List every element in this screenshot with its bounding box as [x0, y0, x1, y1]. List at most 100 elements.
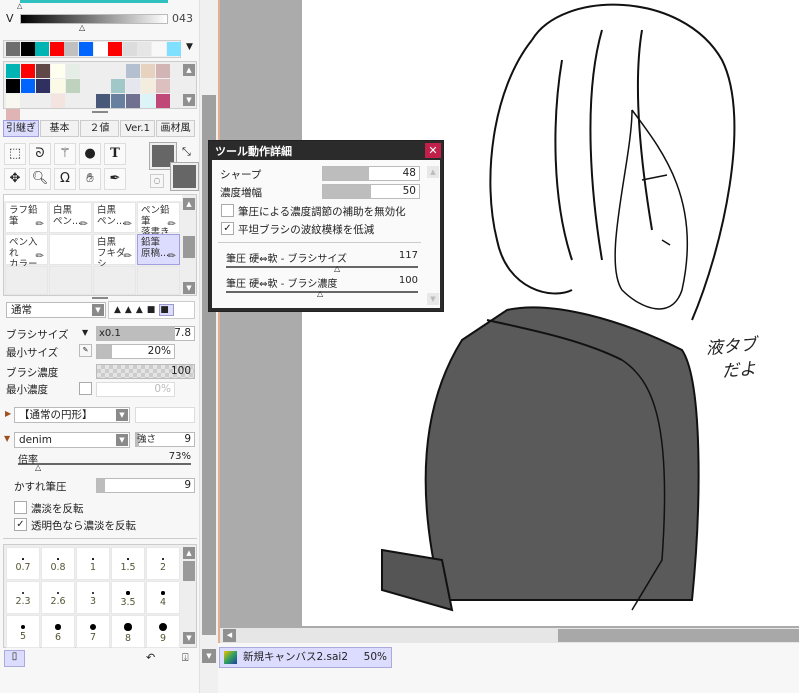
- canvas[interactable]: 液タブ だよ: [302, 0, 799, 626]
- splitter[interactable]: [92, 111, 108, 113]
- color-swatch[interactable]: [66, 94, 80, 108]
- scroll-thumb[interactable]: [183, 561, 195, 581]
- color-swatch[interactable]: [6, 94, 20, 108]
- color-swatch[interactable]: [36, 64, 50, 78]
- brush-preset[interactable]: 白黒 ペン... ✏: [93, 202, 136, 233]
- hue-bar[interactable]: [20, 0, 168, 3]
- recent-color-swatch[interactable]: [79, 42, 93, 56]
- disable-pressure-assist-checkbox[interactable]: [221, 204, 234, 217]
- color-swatch[interactable]: [66, 64, 80, 78]
- chevron-down-icon[interactable]: ▼: [186, 42, 193, 52]
- brush-preset[interactable]: 白黒 ペン... ✏: [49, 202, 92, 233]
- scroll-down-button[interactable]: ▼: [183, 282, 195, 294]
- color-swatch[interactable]: [81, 79, 95, 93]
- empty-brush-slot[interactable]: [49, 266, 92, 295]
- brush-shape-select[interactable]: 【通常の円形】 ▼: [14, 407, 130, 423]
- rotate-icon[interactable]: Ω: [54, 168, 76, 190]
- background-color[interactable]: [170, 162, 199, 191]
- value-slider-handle[interactable]: △: [79, 23, 85, 32]
- canvas-viewport[interactable]: 液タブ だよ ◀: [218, 0, 799, 643]
- panel-scrollbar[interactable]: ▼: [200, 0, 218, 693]
- size-preset[interactable]: 0.7: [6, 547, 40, 580]
- texture-strength-slider[interactable]: 強さ 9: [135, 432, 195, 447]
- size-preset[interactable]: 2: [146, 547, 180, 580]
- undo-icon[interactable]: ↶: [146, 651, 155, 664]
- size-preset[interactable]: 2.6: [41, 581, 75, 614]
- recent-color-swatch[interactable]: [49, 42, 64, 56]
- scroll-thumb[interactable]: [558, 629, 799, 642]
- pressure-icon[interactable]: ✎: [79, 344, 92, 357]
- rect-select-icon[interactable]: ⬚: [4, 143, 26, 165]
- recent-color-swatch[interactable]: [137, 42, 152, 56]
- color-swatch[interactable]: [156, 94, 170, 108]
- value-slider[interactable]: [20, 14, 168, 24]
- color-swatch[interactable]: [96, 94, 110, 108]
- recent-color-swatch[interactable]: [64, 42, 79, 56]
- size-preset[interactable]: 8: [111, 615, 145, 648]
- size-preset[interactable]: 3.5: [111, 581, 145, 614]
- color-swatch[interactable]: [96, 64, 110, 78]
- scroll-down-button[interactable]: ▼: [202, 649, 216, 663]
- scroll-up-button[interactable]: ▲: [183, 547, 195, 559]
- color-swatch[interactable]: [21, 64, 35, 78]
- color-swatch[interactable]: [36, 94, 50, 108]
- color-swatch[interactable]: [111, 64, 125, 78]
- size-preset[interactable]: 0.8: [41, 547, 75, 580]
- empty-brush-slot[interactable]: [5, 266, 48, 295]
- color-swatch[interactable]: [6, 64, 20, 78]
- move-icon[interactable]: ✥: [4, 168, 26, 190]
- slider-handle[interactable]: △: [334, 264, 340, 273]
- brush-preset[interactable]: 白黒 フキダシ ✏: [93, 234, 136, 270]
- blur-pressure-slider[interactable]: 9: [96, 478, 195, 493]
- tool-tab[interactable]: ２値: [80, 120, 119, 137]
- color-swatch[interactable]: [51, 79, 65, 93]
- zoom-icon[interactable]: 🔍︎: [29, 168, 51, 190]
- reduce-ripple-checkbox[interactable]: ✓: [221, 222, 234, 235]
- scroll-up-button[interactable]: ▲: [427, 166, 439, 178]
- gain-slider[interactable]: 50: [322, 184, 420, 199]
- size-preset[interactable]: 2.3: [6, 581, 40, 614]
- brush-size-slider[interactable]: x0.1 7.8: [96, 326, 195, 341]
- brush-density-slider[interactable]: 100: [96, 364, 195, 379]
- color-swatch[interactable]: [111, 79, 125, 93]
- recent-color-swatch[interactable]: [6, 42, 20, 56]
- color-swatch[interactable]: [111, 94, 125, 108]
- scroll-thumb[interactable]: [183, 236, 195, 258]
- invert-checkbox[interactable]: [14, 501, 27, 514]
- tool-tab[interactable]: Ver.1: [120, 120, 155, 137]
- size-preset[interactable]: 9: [146, 615, 180, 648]
- scroll-down-button[interactable]: ▼: [183, 94, 195, 106]
- document-tab[interactable]: 新規キャンバス2.sai2 50%: [219, 647, 392, 668]
- brush-tip-shapes[interactable]: ▲▲▲■■: [108, 301, 195, 319]
- scroll-up-button[interactable]: ▲: [183, 198, 195, 210]
- scale-slider-handle[interactable]: △: [35, 463, 41, 472]
- color-swatch[interactable]: [21, 94, 35, 108]
- brush-preset[interactable]: [49, 234, 92, 265]
- tool-tab[interactable]: 画材風: [156, 120, 195, 137]
- recent-color-swatch[interactable]: [152, 42, 166, 56]
- lasso-icon[interactable]: ᘐ: [29, 143, 51, 165]
- size-preset[interactable]: 7: [76, 615, 110, 648]
- color-swatch[interactable]: [36, 79, 50, 93]
- color-swatch[interactable]: [141, 79, 155, 93]
- min-size-slider[interactable]: 20%: [96, 344, 175, 359]
- color-swatch[interactable]: [126, 64, 140, 78]
- brush-preset[interactable]: ペン入れ カラー ✏: [5, 234, 48, 270]
- blend-mode-select[interactable]: 通常 ▼: [6, 302, 106, 318]
- color-swatch[interactable]: [6, 79, 20, 93]
- scroll-down-button[interactable]: ▼: [427, 293, 439, 305]
- slider-handle[interactable]: △: [317, 289, 323, 298]
- size-multiplier[interactable]: x0.1: [97, 327, 121, 340]
- preset-list-icon[interactable]: ▯: [4, 650, 25, 667]
- shape-icon[interactable]: ●: [79, 143, 101, 165]
- min-density-slider[interactable]: 0%: [96, 382, 175, 397]
- color-swatch[interactable]: [126, 94, 140, 108]
- color-swatch[interactable]: [141, 94, 155, 108]
- color-swatch[interactable]: [156, 79, 170, 93]
- texture-select[interactable]: denim ▼: [14, 432, 130, 448]
- recent-color-swatch[interactable]: [20, 42, 35, 56]
- recent-color-swatch[interactable]: [122, 42, 137, 56]
- empty-brush-slot[interactable]: [137, 266, 180, 295]
- expand-arrow-icon[interactable]: ▶: [5, 409, 11, 418]
- slider-handle[interactable]: △: [17, 2, 22, 10]
